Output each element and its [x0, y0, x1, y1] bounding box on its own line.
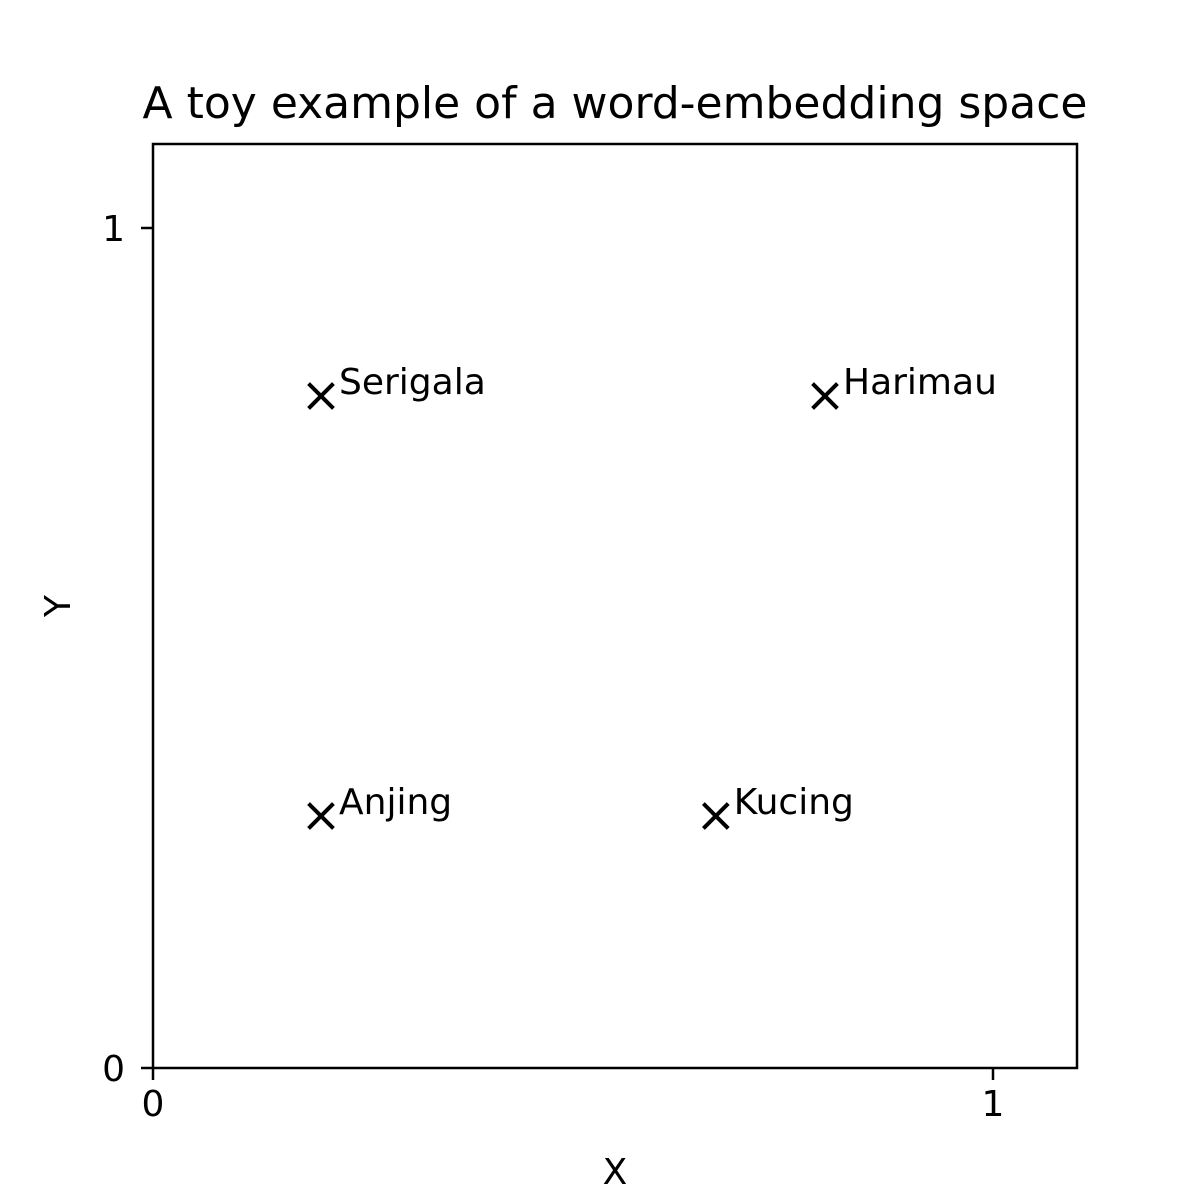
x-tick-label: 0 [142, 1084, 165, 1125]
point-label-harimau: Harimau [843, 362, 997, 403]
scatter-chart: A toy example of a word-embedding space … [0, 0, 1200, 1200]
point-label-kucing: Kucing [734, 782, 854, 823]
chart-background [0, 0, 1200, 1200]
y-axis-label: Y [38, 594, 79, 618]
y-tick-label: 0 [102, 1049, 125, 1090]
point-label-serigala: Serigala [339, 362, 486, 403]
x-axis-label: X [603, 1152, 628, 1193]
point-label-anjing: Anjing [339, 782, 452, 823]
x-tick-label: 1 [982, 1084, 1005, 1125]
y-tick-label: 1 [102, 209, 125, 250]
chart-title: A toy example of a word-embedding space [143, 78, 1088, 129]
